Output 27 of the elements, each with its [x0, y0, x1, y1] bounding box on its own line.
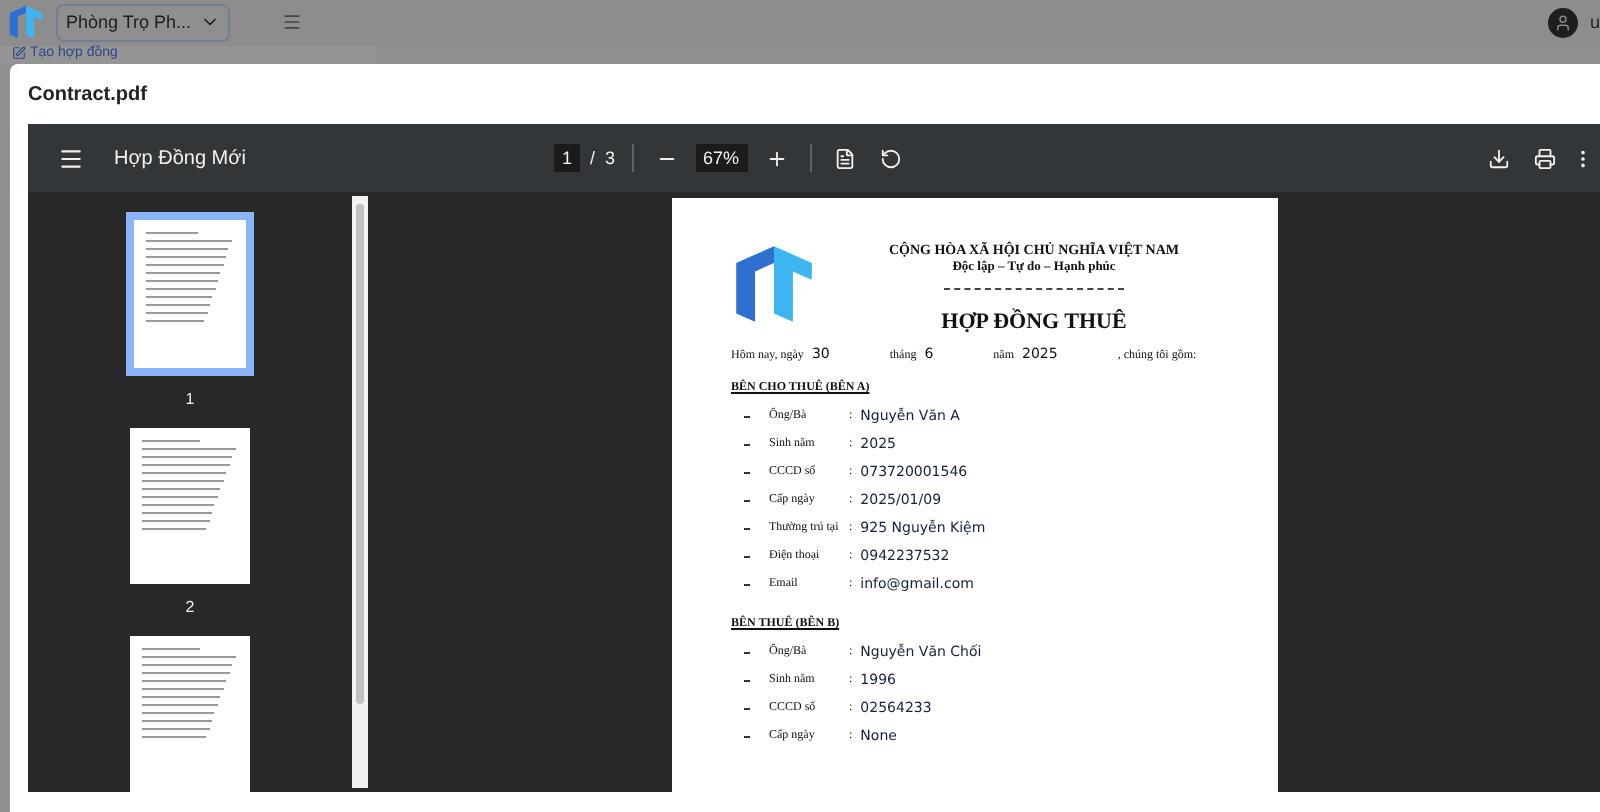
plus-icon	[765, 147, 788, 169]
modal-title: Contract.pdf	[28, 81, 149, 109]
branch-select[interactable]: Phòng Trọ Ph...	[56, 3, 230, 42]
download-icon	[1488, 147, 1510, 169]
logo-icon	[731, 242, 815, 326]
user-name: u	[1589, 12, 1600, 33]
page-thumbnail[interactable]	[126, 212, 254, 376]
page-input[interactable]: 1	[554, 144, 581, 172]
avatar[interactable]	[1547, 7, 1578, 38]
logo-icon	[8, 4, 44, 41]
page-icon	[833, 147, 856, 169]
rotate-icon	[879, 147, 902, 169]
page-number: 1	[185, 390, 195, 408]
page-thumbnail[interactable]	[130, 428, 250, 584]
page-thumbnail[interactable]	[130, 636, 250, 792]
user-icon	[1553, 13, 1572, 32]
menu-icon[interactable]	[281, 12, 302, 33]
menu-icon	[58, 145, 84, 171]
scrollbar[interactable]	[352, 196, 368, 788]
page-separator: /	[590, 148, 596, 168]
document-title: HỢP ĐỒNG THUÊ	[941, 310, 1127, 334]
page-total: 3	[605, 148, 616, 168]
document-title: Hợp Đồng Mới	[114, 147, 248, 169]
page-number: 2	[185, 598, 195, 616]
edit-icon	[12, 45, 26, 60]
zoom-input[interactable]: 67%	[695, 144, 748, 172]
print-icon	[1534, 147, 1556, 169]
